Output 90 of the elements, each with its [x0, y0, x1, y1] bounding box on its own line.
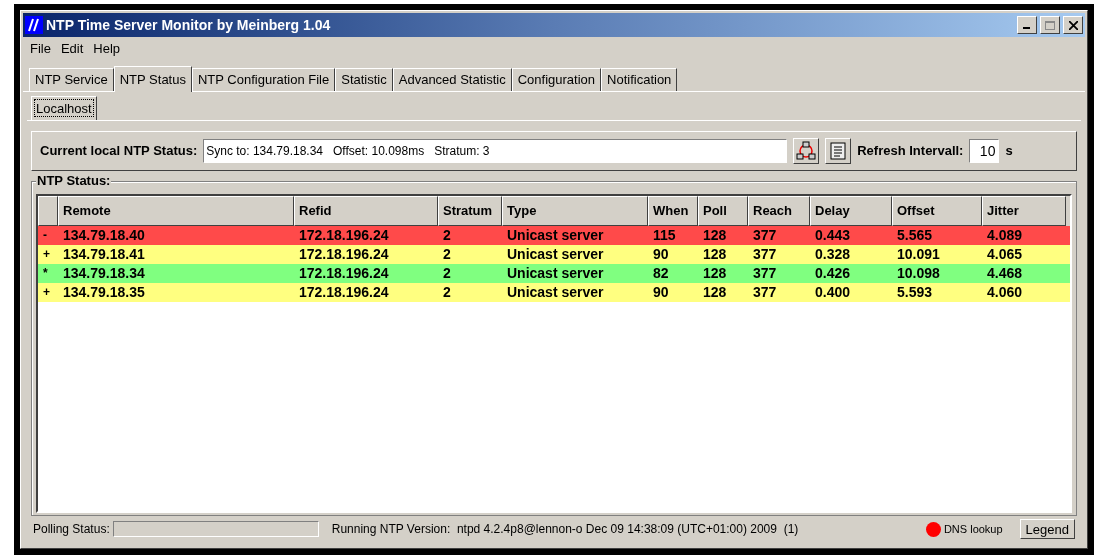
table-cell-text: 172.18.196.24: [298, 226, 390, 245]
table-cell-text: 134.79.18.35: [62, 283, 146, 302]
tab[interactable]: Configuration: [511, 68, 602, 91]
table-cell-text: 4.468: [986, 264, 1024, 283]
column-header[interactable]: Type: [502, 196, 648, 226]
table-cell-text: 377: [752, 226, 778, 245]
refresh-field[interactable]: 10: [969, 139, 1000, 163]
window-title: NTP Time Server Monitor by Meinberg 1.04: [46, 15, 332, 35]
refresh-label: Refresh Intervall:: [857, 142, 964, 161]
tab[interactable]: NTP Service: [29, 68, 114, 91]
table-cell-text: 2: [442, 245, 452, 264]
table-cell-text: 2: [442, 283, 452, 302]
tab[interactable]: Advanced Statistic: [392, 68, 512, 91]
column-header[interactable]: Delay: [810, 196, 892, 226]
table-cell-text: +: [42, 246, 51, 263]
table-cell-text: 82: [652, 264, 670, 283]
table-cell-text: 172.18.196.24: [298, 283, 390, 302]
table-cell-text: 128: [702, 226, 728, 245]
maximize-icon: [1045, 20, 1055, 30]
table-cell-text: +: [42, 284, 51, 301]
tab[interactable]: NTP Configuration File: [191, 68, 336, 91]
table-cell-text: 2: [442, 226, 452, 245]
table-cell-text: 4.065: [986, 245, 1024, 264]
table-cell-text: 10.098: [896, 264, 941, 283]
table-cell-text: Unicast server: [506, 226, 605, 245]
table-cell-text: 377: [752, 264, 778, 283]
table-cell-text: 0.400: [814, 283, 852, 302]
unit-label: s: [1005, 142, 1013, 161]
table-row[interactable]: + 134.79.18.35 172.18.196.24 2 Unicast server 90 128 377 0.400 5.593 4.060: [38, 283, 1070, 302]
network-button[interactable]: [793, 138, 820, 164]
column-header[interactable]: Refid: [294, 196, 438, 226]
tab[interactable]: Notification: [601, 68, 678, 91]
status-label: Current local NTP Status:: [40, 142, 198, 161]
table-cell-text: -: [42, 227, 48, 244]
status-field: Sync to: 134.79.18.34 Offset: 10.098ms Stratum: 3: [203, 139, 788, 163]
table-cell-text: Unicast server: [506, 283, 605, 302]
table-cell-text: 90: [652, 245, 670, 264]
log-button[interactable]: [825, 138, 852, 164]
column-header[interactable]: Poll: [698, 196, 748, 226]
table-cell-text: 2: [442, 264, 452, 283]
column-header[interactable]: Jitter: [982, 196, 1066, 226]
column-header[interactable]: [38, 196, 58, 226]
app-logo-icon: [25, 16, 43, 34]
tab[interactable]: Localhost: [31, 96, 97, 120]
column-header[interactable]: Reach: [748, 196, 810, 226]
table-cell-text: 5.565: [896, 226, 934, 245]
table-cell-text: 4.060: [986, 283, 1024, 302]
column-header[interactable]: Stratum: [438, 196, 502, 226]
table-cell-text: 90: [652, 283, 670, 302]
table-cell-text: 134.79.18.40: [62, 226, 146, 245]
table-cell-text: Unicast server: [506, 245, 605, 264]
maximize-button[interactable]: [1040, 16, 1060, 34]
minimize-button[interactable]: [1017, 16, 1037, 34]
table-cell-text: 4.089: [986, 226, 1024, 245]
table-cell-text: *: [42, 265, 49, 282]
close-icon: [1068, 20, 1078, 30]
column-header[interactable]: Remote: [58, 196, 294, 226]
table-cell-text: 0.328: [814, 245, 852, 264]
network-icon: [796, 141, 817, 161]
table-cell-text: 128: [702, 264, 728, 283]
dns-label: DNS lookup: [943, 521, 1003, 537]
table-cell-text: 134.79.18.41: [62, 245, 146, 264]
table-row[interactable]: * 134.79.18.34 172.18.196.24 2 Unicast server 82 128 377 0.426 10.098 4.468: [38, 264, 1070, 283]
close-button[interactable]: [1063, 16, 1083, 34]
column-header[interactable]: Offset: [892, 196, 982, 226]
menu-item[interactable]: Help: [90, 39, 124, 59]
table-cell-text: 0.443: [814, 226, 852, 245]
tab[interactable]: Statistic: [335, 68, 393, 91]
menu-item[interactable]: Edit: [57, 39, 87, 59]
table-cell-text: 10.091: [896, 245, 941, 264]
version-text: Running NTP Version: ntpd 4.2.4p8@lennon-o Dec 09 14:38:09 (UTC+01:00) 2009 (1): [331, 521, 800, 538]
table-cell-text: 377: [752, 283, 778, 302]
table-cell-text: 172.18.196.24: [298, 245, 390, 264]
column-header[interactable]: When: [648, 196, 698, 226]
tab[interactable]: NTP Status: [113, 66, 192, 92]
table-cell-text: 377: [752, 245, 778, 264]
table-cell-text: Unicast server: [506, 264, 605, 283]
document-icon: [828, 141, 849, 161]
legend-button[interactable]: Legend: [1019, 519, 1075, 539]
table-cell-text: 115: [652, 226, 677, 245]
table-cell-text: 5.593: [896, 283, 934, 302]
table-cell-text: 0.426: [814, 264, 852, 283]
table-row[interactable]: - 134.79.18.40 172.18.196.24 2 Unicast server 115 128 377 0.443 5.565 4.089: [38, 226, 1070, 245]
table-row[interactable]: + 134.79.18.41 172.18.196.24 2 Unicast server 90 128 377 0.328 10.091 4.065: [38, 245, 1070, 264]
table-cell-text: 134.79.18.34: [62, 264, 146, 283]
menu-item[interactable]: File: [27, 39, 54, 59]
table-cell-text: 128: [702, 283, 728, 302]
table-cell-text: 172.18.196.24: [298, 264, 390, 283]
table-cell-text: 128: [702, 245, 728, 264]
polling-label: Polling Status:: [33, 521, 110, 538]
